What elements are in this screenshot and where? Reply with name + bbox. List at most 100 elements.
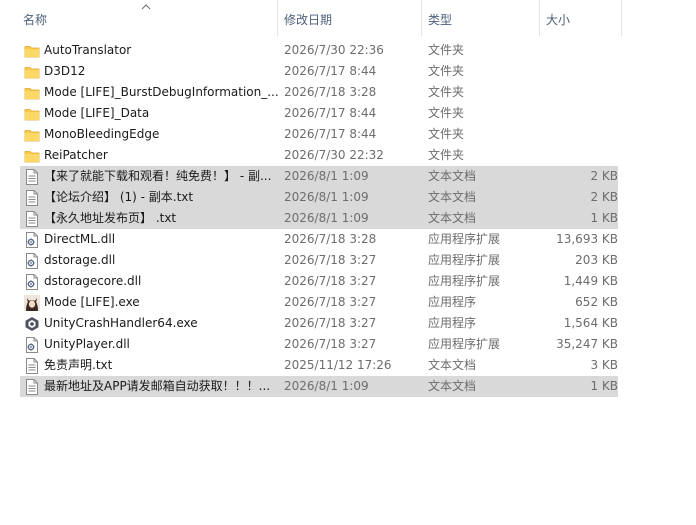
file-name: 【来了就能下载和观看！纯免费！】 - 副...: [44, 169, 272, 183]
file-size: [546, 103, 618, 124]
file-modified-date: 2026/7/18 3:27: [284, 253, 377, 267]
column-header-date[interactable]: 修改日期: [278, 0, 422, 36]
text-file-icon: [20, 208, 44, 229]
column-header-type-label: 类型: [428, 13, 453, 27]
file-type: 文本文档: [428, 211, 477, 225]
column-header-name-label: 名称: [23, 13, 48, 27]
file-type: 应用程序扩展: [428, 232, 501, 246]
file-type: 应用程序扩展: [428, 274, 501, 288]
file-size: [546, 124, 618, 145]
file-name: 【论坛介绍】 (1) - 副本.txt: [44, 190, 194, 204]
file-type: 应用程序扩展: [428, 337, 501, 351]
file-type: 文本文档: [428, 190, 477, 204]
file-row[interactable]: dstoragecore.dll 2026/7/18 3:27 应用程序扩展 1,44…: [20, 271, 618, 292]
file-modified-date: 2026/7/18 3:28: [284, 85, 377, 99]
file-row[interactable]: 最新地址及APP请发邮箱自动获取！！！... 2026/8/1 1:09 文本文档 1…: [20, 376, 618, 397]
file-name: AutoTranslator: [44, 43, 132, 57]
file-size: [546, 40, 618, 61]
file-modified-date: 2026/7/17 8:44: [284, 127, 377, 141]
file-size: [546, 145, 618, 166]
file-size: 35,247 KB: [556, 337, 618, 351]
file-size: 1 KB: [590, 211, 618, 225]
file-size: 2 KB: [590, 169, 618, 183]
dll-file-icon: [20, 229, 44, 250]
file-size: 1 KB: [590, 379, 618, 393]
file-name: dstorage.dll: [44, 253, 116, 267]
file-row[interactable]: 【来了就能下载和观看！纯免费！】 - 副... 2026/8/1 1:09 文本文档…: [20, 166, 618, 187]
file-name: UnityCrashHandler64.exe: [44, 316, 198, 330]
file-size: 3 KB: [590, 358, 618, 372]
folder-icon: [20, 40, 44, 61]
file-size: 2 KB: [590, 190, 618, 204]
file-size: 13,693 KB: [556, 232, 618, 246]
file-name: UnityPlayer.dll: [44, 337, 130, 351]
folder-icon: [20, 82, 44, 103]
file-modified-date: 2026/8/1 1:09: [284, 211, 369, 225]
file-modified-date: 2026/7/30 22:36: [284, 43, 384, 57]
dll-file-icon: [20, 271, 44, 292]
file-type: 文本文档: [428, 169, 477, 183]
dll-file-icon: [20, 334, 44, 355]
file-size: 203 KB: [575, 253, 618, 267]
file-type: 应用程序: [428, 295, 477, 309]
folder-icon: [20, 61, 44, 82]
file-type: 文本文档: [428, 379, 477, 393]
file-row[interactable]: Mode [LIFE].exe 2026/7/18 3:27 应用程序 652 KB: [20, 292, 618, 313]
app-exe-icon: [20, 292, 44, 313]
file-row[interactable]: AutoTranslator 2026/7/30 22:36 文件夹: [20, 40, 618, 61]
file-type: 文件夹: [428, 148, 465, 162]
file-name: ReiPatcher: [44, 148, 108, 162]
text-file-icon: [20, 376, 44, 397]
file-name: 免责声明.txt: [44, 358, 113, 372]
file-name: MonoBleedingEdge: [44, 127, 160, 141]
column-header-size-label: 大小: [546, 13, 571, 27]
file-modified-date: 2026/7/18 3:27: [284, 295, 377, 309]
text-file-icon: [20, 355, 44, 376]
file-type: 文件夹: [428, 85, 465, 99]
column-header-type[interactable]: 类型: [422, 0, 540, 36]
file-type: 应用程序: [428, 316, 477, 330]
file-row[interactable]: Mode [LIFE]_BurstDebugInformation_... 202…: [20, 82, 618, 103]
file-modified-date: 2025/11/12 17:26: [284, 358, 392, 372]
unity-icon: [20, 313, 44, 334]
file-explorer: 名称 修改日期 类型 大小 AutoTranslator 2026/7/30 22…: [0, 0, 696, 525]
file-modified-date: 2026/8/1 1:09: [284, 169, 369, 183]
file-row[interactable]: DirectML.dll 2026/7/18 3:28 应用程序扩展 13,693 K…: [20, 229, 618, 250]
sort-ascending-icon: [141, 4, 151, 10]
file-modified-date: 2026/7/18 3:27: [284, 316, 377, 330]
file-row[interactable]: MonoBleedingEdge 2026/7/17 8:44 文件夹: [20, 124, 618, 145]
file-modified-date: 2026/7/17 8:44: [284, 64, 377, 78]
column-header-row: 名称 修改日期 类型 大小: [0, 0, 622, 37]
file-name: 最新地址及APP请发邮箱自动获取！！！...: [44, 379, 271, 393]
file-type: 应用程序扩展: [428, 253, 501, 267]
file-row[interactable]: 【论坛介绍】 (1) - 副本.txt 2026/8/1 1:09 文本文档 2 KB: [20, 187, 618, 208]
folder-icon: [20, 145, 44, 166]
file-row[interactable]: 【永久地址发布页】 .txt 2026/8/1 1:09 文本文档 1 KB: [20, 208, 618, 229]
file-type: 文件夹: [428, 127, 465, 141]
file-modified-date: 2026/7/30 22:32: [284, 148, 384, 162]
text-file-icon: [20, 166, 44, 187]
file-row[interactable]: 免责声明.txt 2025/11/12 17:26 文本文档 3 KB: [20, 355, 618, 376]
file-type: 文件夹: [428, 43, 465, 57]
column-header-size[interactable]: 大小: [540, 0, 622, 36]
text-file-icon: [20, 187, 44, 208]
file-row[interactable]: UnityCrashHandler64.exe 2026/7/18 3:27 应用程…: [20, 313, 618, 334]
file-row[interactable]: UnityPlayer.dll 2026/7/18 3:27 应用程序扩展 35,24…: [20, 334, 618, 355]
column-header-name[interactable]: 名称: [0, 0, 278, 36]
file-size: 1,449 KB: [563, 274, 618, 288]
folder-icon: [20, 103, 44, 124]
file-list: AutoTranslator 2026/7/30 22:36 文件夹 D3D12 202…: [20, 40, 618, 397]
file-type: 文本文档: [428, 358, 477, 372]
file-row[interactable]: ReiPatcher 2026/7/30 22:32 文件夹: [20, 145, 618, 166]
file-name: 【永久地址发布页】 .txt: [44, 211, 177, 225]
file-row[interactable]: dstorage.dll 2026/7/18 3:27 应用程序扩展 203 KB: [20, 250, 618, 271]
file-size: [546, 61, 618, 82]
file-row[interactable]: Mode [LIFE]_Data 2026/7/17 8:44 文件夹: [20, 103, 618, 124]
file-name: Mode [LIFE].exe: [44, 295, 140, 309]
file-type: 文件夹: [428, 106, 465, 120]
file-row[interactable]: D3D12 2026/7/17 8:44 文件夹: [20, 61, 618, 82]
file-size: [546, 82, 618, 103]
file-size: 652 KB: [575, 295, 618, 309]
file-type: 文件夹: [428, 64, 465, 78]
dll-file-icon: [20, 250, 44, 271]
